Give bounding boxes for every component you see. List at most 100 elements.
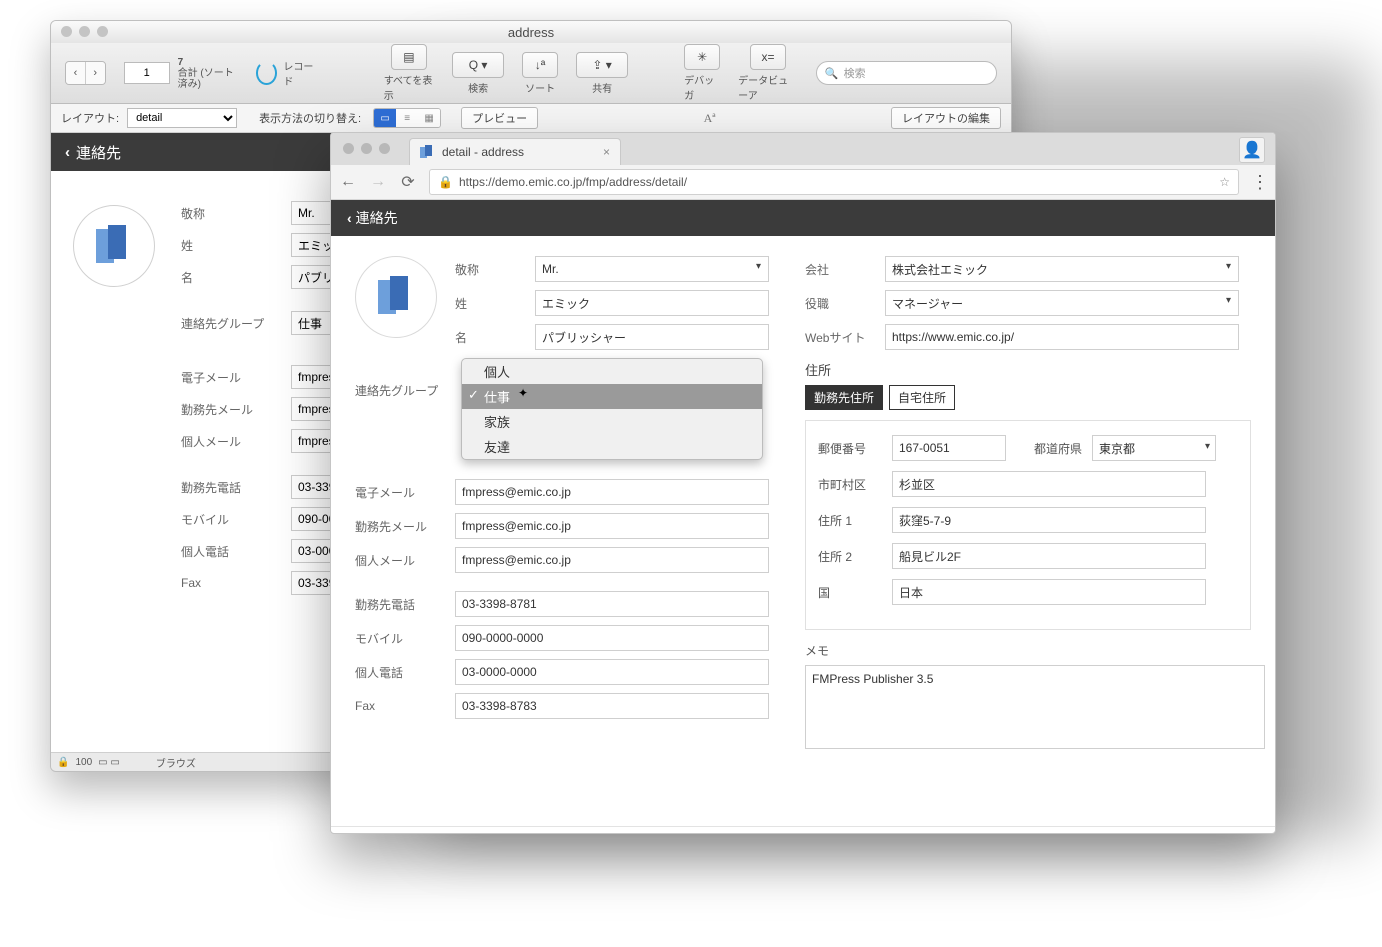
mobile-input[interactable] bbox=[455, 625, 769, 651]
forward-icon[interactable]: → bbox=[369, 173, 387, 191]
toolbar-search-input[interactable]: 🔍 検索 bbox=[816, 61, 997, 85]
back-chevron-icon[interactable]: ‹ bbox=[347, 210, 352, 226]
group-option[interactable]: 個人 bbox=[462, 359, 762, 384]
tab-home-address[interactable]: 自宅住所 bbox=[889, 385, 955, 410]
showall-button[interactable]: ▤ すべてを表示 bbox=[384, 44, 434, 102]
profile-avatar-icon[interactable]: 👤 bbox=[1239, 137, 1265, 163]
personalphone-input[interactable] bbox=[455, 659, 769, 685]
postal-input[interactable] bbox=[892, 435, 1006, 461]
fm-formatbar: レイアウト: detail 表示方法の切り替え: ▭ ≡ ▦ プレビュー Aª … bbox=[51, 104, 1011, 133]
share-button[interactable]: ⇪ ▾ 共有 bbox=[576, 52, 628, 95]
workphone-label: 勤務先電話 bbox=[355, 596, 455, 613]
next-record-icon[interactable]: › bbox=[85, 62, 105, 84]
fax-label: Fax bbox=[181, 576, 291, 590]
url-input[interactable]: 🔒 https://demo.emic.co.jp/fmp/address/de… bbox=[429, 169, 1239, 195]
sort-button[interactable]: ↓ª ソート bbox=[522, 52, 558, 95]
role-select[interactable] bbox=[885, 290, 1239, 316]
email-label: 電子メール bbox=[355, 484, 455, 501]
fax-label: Fax bbox=[355, 699, 455, 713]
viewswitch-label: 表示方法の切り替え: bbox=[259, 110, 361, 126]
fm-titlebar: address bbox=[51, 21, 1011, 43]
tab-work-address[interactable]: 勤務先住所 bbox=[805, 385, 883, 410]
record-total: 7 bbox=[178, 57, 239, 68]
mobile-label: モバイル bbox=[355, 630, 455, 647]
zoom-controls-icon[interactable]: ▭ ▭ bbox=[98, 757, 120, 768]
group-option-selected[interactable]: 仕事 ✦ bbox=[462, 384, 762, 409]
workphone-label: 勤務先電話 bbox=[181, 479, 291, 496]
honorific-label: 敬称 bbox=[455, 261, 535, 278]
traffic-lights[interactable] bbox=[61, 26, 108, 37]
pref-select[interactable] bbox=[1092, 435, 1216, 461]
favicon-icon bbox=[420, 145, 434, 159]
workmail-input[interactable] bbox=[455, 513, 769, 539]
personalmail-input[interactable] bbox=[455, 547, 769, 573]
record-counter: 7 合計 (ソート済み) bbox=[124, 57, 239, 90]
group-label: 連絡先グループ bbox=[355, 376, 455, 399]
addr2-input[interactable] bbox=[892, 543, 1206, 569]
group-option[interactable]: 友達 bbox=[462, 434, 762, 459]
workphone-input[interactable] bbox=[455, 591, 769, 617]
country-input[interactable] bbox=[892, 579, 1206, 605]
company-label: 会社 bbox=[805, 261, 885, 278]
browser-window: detail - address × 👤 ← → ⟳ 🔒 https://dem… bbox=[330, 132, 1276, 834]
back-chevron-icon[interactable]: ‹ bbox=[65, 144, 70, 161]
city-input[interactable] bbox=[892, 471, 1206, 497]
dataviewer-button[interactable]: x= データビューア bbox=[738, 44, 798, 102]
page-title: 連絡先 bbox=[356, 208, 398, 228]
first-label: 名 bbox=[455, 329, 535, 346]
pref-label: 都道府県 bbox=[1034, 440, 1082, 457]
memo-section: メモ bbox=[805, 642, 1251, 754]
page-title: 連絡先 bbox=[76, 142, 121, 163]
prev-record-icon[interactable]: ‹ bbox=[66, 62, 85, 84]
fm-toolbar: ‹ › 7 合計 (ソート済み) レコード ▤ すべてを表示 Q ▾ 検索 ↓ª… bbox=[51, 43, 1011, 104]
view-switcher[interactable]: ▭ ≡ ▦ bbox=[373, 108, 441, 128]
back-icon[interactable]: ← bbox=[339, 173, 357, 191]
page-header: ‹ 連絡先 bbox=[331, 200, 1275, 236]
last-label: 姓 bbox=[181, 237, 291, 254]
layout-label: レイアウト: bbox=[61, 110, 119, 126]
workmail-label: 勤務先メール bbox=[355, 518, 455, 535]
page-footer: FMPressPublisher bbox=[331, 826, 1275, 834]
address-section-label: 住所 bbox=[805, 360, 1251, 379]
last-input[interactable] bbox=[535, 290, 769, 316]
table-view-icon[interactable]: ▦ bbox=[418, 109, 440, 127]
honorific-select[interactable] bbox=[535, 256, 769, 282]
magnifier-icon: Q ▾ bbox=[452, 52, 504, 78]
layout-select[interactable]: detail bbox=[127, 108, 237, 128]
personalmail-label: 個人メール bbox=[355, 552, 455, 569]
fax-input[interactable] bbox=[455, 693, 769, 719]
email-input[interactable] bbox=[455, 479, 769, 505]
debugger-button[interactable]: ✳ デバッガ bbox=[684, 44, 720, 102]
edit-layout-button[interactable]: レイアウトの編集 bbox=[891, 107, 1001, 129]
group-dropdown[interactable]: 個人 仕事 ✦ 家族 友達 bbox=[461, 358, 763, 460]
memo-input[interactable] bbox=[805, 665, 1265, 749]
personalmail-label: 個人メール bbox=[181, 433, 291, 450]
search-button[interactable]: Q ▾ 検索 bbox=[452, 52, 504, 95]
record-sorted: 合計 (ソート済み) bbox=[178, 68, 239, 90]
website-input[interactable] bbox=[885, 324, 1239, 350]
current-record-input[interactable] bbox=[124, 62, 170, 84]
record-nav[interactable]: ‹ › bbox=[65, 61, 106, 85]
country-label: 国 bbox=[818, 584, 882, 601]
format-painter-icon[interactable]: Aª bbox=[704, 111, 716, 126]
browser-menu-icon[interactable]: ⋮ bbox=[1251, 172, 1267, 193]
spinner-icon bbox=[256, 61, 277, 85]
company-select[interactable] bbox=[885, 256, 1239, 282]
preview-button[interactable]: プレビュー bbox=[461, 107, 538, 129]
bug-icon: ✳ bbox=[684, 44, 720, 70]
addr1-input[interactable] bbox=[892, 507, 1206, 533]
page-body: 敬称 姓 名 連絡先グループ 個人 仕事 ✦ 家族 bbox=[331, 236, 1275, 826]
share-icon: ⇪ ▾ bbox=[576, 52, 628, 78]
form-view-icon[interactable]: ▭ bbox=[374, 109, 396, 127]
city-label: 市町村区 bbox=[818, 476, 882, 493]
close-tab-icon[interactable]: × bbox=[603, 145, 610, 159]
honorific-label: 敬称 bbox=[181, 205, 291, 222]
reload-icon[interactable]: ⟳ bbox=[399, 172, 417, 192]
bookmark-star-icon[interactable]: ☆ bbox=[1219, 175, 1230, 189]
first-input[interactable] bbox=[535, 324, 769, 350]
browser-tab[interactable]: detail - address × bbox=[409, 138, 621, 165]
group-option[interactable]: 家族 bbox=[462, 409, 762, 434]
browser-urlbar: ← → ⟳ 🔒 https://demo.emic.co.jp/fmp/addr… bbox=[331, 165, 1275, 200]
browser-traffic-lights[interactable] bbox=[343, 143, 390, 154]
list-view-icon[interactable]: ≡ bbox=[396, 109, 418, 127]
